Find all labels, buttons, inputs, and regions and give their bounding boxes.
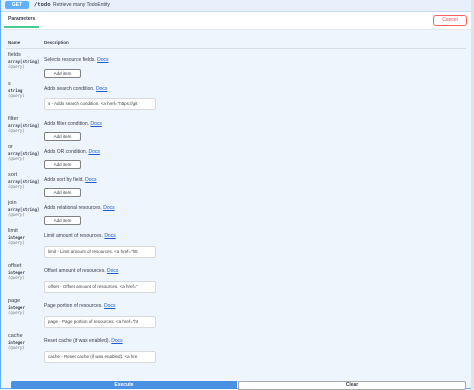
endpoint-path: /todo <box>34 2 51 8</box>
docs-link[interactable]: Docs <box>97 57 108 63</box>
param-s: s string (query) <box>8 81 25 98</box>
limit-input[interactable]: limit - Limit amount of resources. <a hr… <box>44 246 156 258</box>
cache-input[interactable]: cache - Reset cache (if was enabled). <a… <box>44 351 156 363</box>
param-sort: sort array[string] (query) <box>8 172 39 189</box>
docs-link[interactable]: Docs <box>103 205 114 211</box>
docs-link[interactable]: Docs <box>85 177 96 183</box>
param-limit: limit integer (query) <box>8 228 25 245</box>
operation-block: GET /todo Retrieve many TodoEntity Param… <box>0 0 473 390</box>
param-location: (query) <box>8 93 25 98</box>
param-location: (query) <box>8 310 25 315</box>
parameters-table: Name Description fields array[string] (q… <box>1 30 473 380</box>
docs-link[interactable]: Docs <box>104 303 115 309</box>
param-description-text: Adds filter condition. <box>44 121 90 127</box>
param-description: Adds sort by field. Docs <box>44 177 97 184</box>
param-description-text: Adds sort by field. <box>44 177 84 183</box>
param-name: cache <box>8 333 23 339</box>
docs-link[interactable]: Docs <box>104 233 115 239</box>
param-location: (query) <box>8 212 25 217</box>
add-item-button[interactable]: Add item <box>44 160 81 169</box>
param-description: Adds relational resources. Docs <box>44 205 115 212</box>
param-location: (query) <box>8 128 25 133</box>
param-description-text: Selects resource fields. <box>44 57 96 63</box>
param-location: (query) <box>8 240 25 245</box>
header-divider <box>6 48 466 49</box>
param-cache: cache integer (query) <box>8 333 25 350</box>
param-location: (query) <box>8 184 25 189</box>
parameters-header: Parameters Cancel <box>1 12 473 30</box>
param-name: fields <box>8 52 21 58</box>
operation-description: Retrieve many TodoEntity <box>53 2 110 8</box>
add-item-button[interactable]: Add item <box>44 132 81 141</box>
add-item-button[interactable]: Add item <box>44 188 81 197</box>
param-description-text: Adds search condition. <box>44 86 95 92</box>
param-name: offset <box>8 263 22 269</box>
param-description: Selects resource fields. Docs <box>44 57 109 64</box>
s-input[interactable]: s - Adds search condition. <a href="http… <box>44 98 156 110</box>
param-location: (query) <box>8 64 25 69</box>
param-description: Offset amount of resources. Docs <box>44 268 118 275</box>
http-method-badge: GET <box>5 1 29 9</box>
param-name: page <box>8 298 21 304</box>
cancel-button[interactable]: Cancel <box>433 15 467 26</box>
param-description-text: Adds relational resources. <box>44 205 102 211</box>
param-description-text: Limit amount of resources. <box>44 233 103 239</box>
column-header-name: Name <box>8 40 21 45</box>
param-name: limit <box>8 228 18 234</box>
param-description: Adds OR condition. Docs <box>44 149 100 156</box>
offset-input[interactable]: offset - Offset amount of resources. <a … <box>44 281 156 293</box>
param-description: Adds search condition. Docs <box>44 86 107 93</box>
param-name: join <box>8 200 17 206</box>
param-location: (query) <box>8 156 25 161</box>
param-description-text: Page portion of resources. <box>44 303 103 309</box>
param-offset: offset integer (query) <box>8 263 25 280</box>
operation-summary[interactable]: GET /todo Retrieve many TodoEntity <box>1 0 473 12</box>
param-description: Limit amount of resources. Docs <box>44 233 116 240</box>
param-description: Page portion of resources. Docs <box>44 303 115 310</box>
param-description: Reset cache (if was enabled). Docs <box>44 338 123 345</box>
param-fields: fields array[string] (query) <box>8 52 39 69</box>
param-name: s <box>8 81 11 87</box>
add-item-button[interactable]: Add item <box>44 69 81 78</box>
param-location: (query) <box>8 275 25 280</box>
param-page: page integer (query) <box>8 298 25 315</box>
tab-active-indicator <box>4 26 39 28</box>
column-header-description: Description <box>44 40 69 45</box>
docs-link[interactable]: Docs <box>96 86 107 92</box>
param-name: or <box>8 144 13 150</box>
param-join: join array[string] (query) <box>8 200 39 217</box>
docs-link[interactable]: Docs <box>111 338 122 344</box>
docs-link[interactable]: Docs <box>107 268 118 274</box>
param-description-text: Reset cache (if was enabled). <box>44 338 110 344</box>
param-description-text: Adds OR condition. <box>44 149 88 155</box>
docs-link[interactable]: Docs <box>90 121 101 127</box>
param-name: filter <box>8 116 19 122</box>
param-filter: filter array[string] (query) <box>8 116 39 133</box>
param-name: sort <box>8 172 18 178</box>
execute-button[interactable]: Execute <box>11 381 237 389</box>
page-input[interactable]: page - Page portion of resources. <a hre… <box>44 316 156 328</box>
param-description-text: Offset amount of resources. <box>44 268 106 274</box>
add-item-button[interactable]: Add item <box>44 216 81 225</box>
tab-parameters[interactable]: Parameters <box>5 12 38 26</box>
param-location: (query) <box>8 345 25 350</box>
docs-link[interactable]: Docs <box>88 149 99 155</box>
param-or: or array[string] (query) <box>8 144 39 161</box>
param-description: Adds filter condition. Docs <box>44 121 102 128</box>
